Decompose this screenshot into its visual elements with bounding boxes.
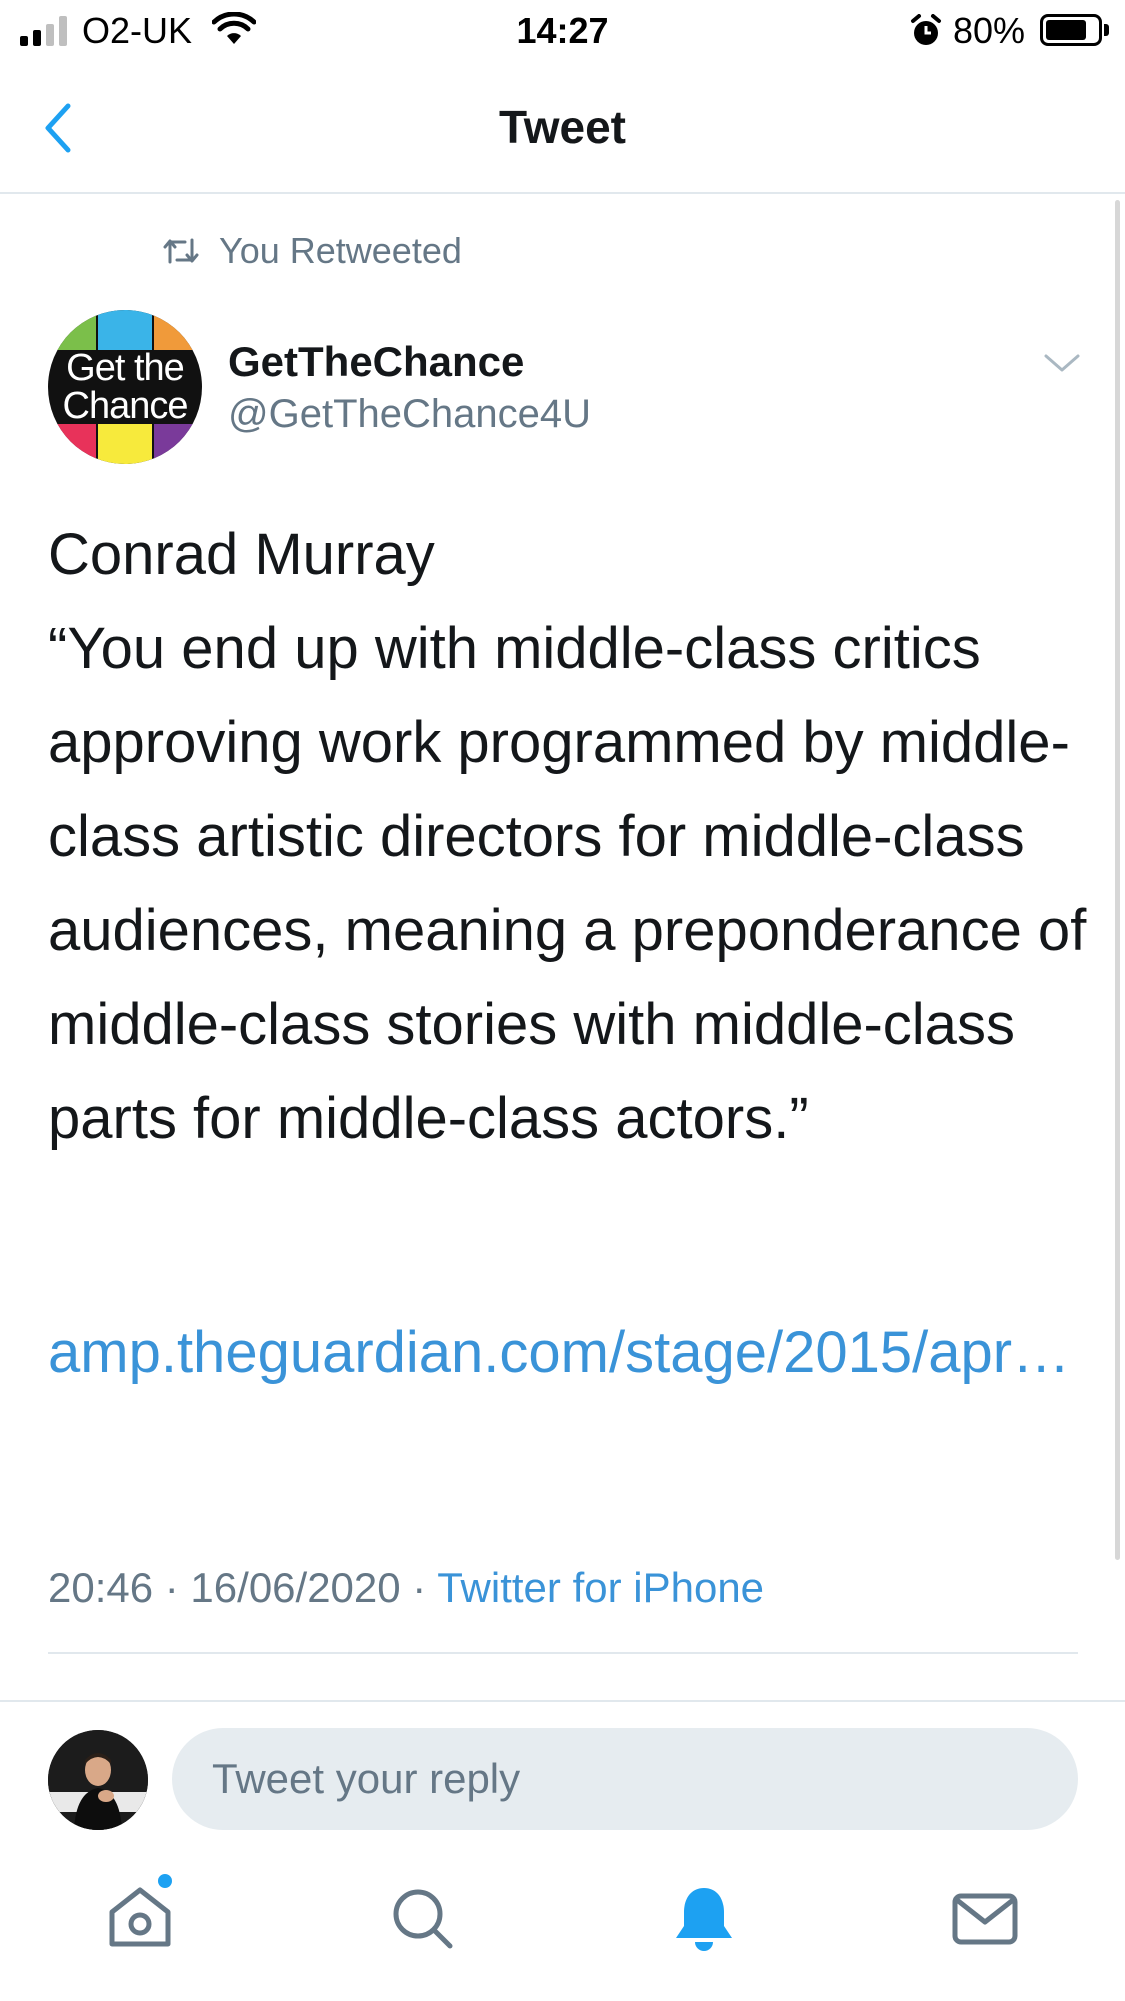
battery-icon — [1040, 14, 1102, 46]
retweet-context: You Retweeted — [163, 230, 462, 272]
author-avatar[interactable]: Get the Chance — [48, 310, 202, 464]
tab-notifications[interactable] — [664, 1878, 744, 1958]
scroll-indicator[interactable] — [1115, 200, 1120, 1560]
notification-dot — [156, 1872, 174, 1890]
battery-percent: 80% — [953, 10, 1026, 51]
tab-messages[interactable] — [945, 1878, 1025, 1958]
reply-input[interactable]: Tweet your reply — [172, 1728, 1078, 1830]
tweet-link[interactable]: amp.theguardian.com/stage/2015/apr… — [48, 1306, 1078, 1400]
tweet-text-line-1: Conrad Murray — [48, 522, 435, 587]
chevron-down-icon[interactable] — [1040, 348, 1084, 378]
author-display-name[interactable]: GetTheChance — [228, 338, 524, 386]
tweet-source[interactable]: Twitter for iPhone — [437, 1564, 764, 1611]
tab-search[interactable] — [382, 1878, 462, 1958]
user-avatar[interactable] — [48, 1730, 148, 1830]
home-icon — [109, 1887, 171, 1947]
meta-separator: · — [400, 1564, 438, 1611]
tab-bar — [0, 1838, 1125, 2001]
divider — [48, 1652, 1078, 1654]
reply-bar: Tweet your reply — [0, 1700, 1125, 1838]
tweet-text-quote: “You end up with middle-class critics ap… — [48, 616, 1087, 1151]
retweet-context-label: You Retweeted — [219, 230, 462, 271]
avatar-logo-text-1: Get the — [66, 347, 185, 389]
tweet-text: Conrad Murray “You end up with middle-cl… — [48, 508, 1098, 1166]
tweet-timestamp: 20:46 · 16/06/2020 — [48, 1564, 401, 1611]
mail-icon — [952, 1893, 1018, 1945]
search-icon — [393, 1889, 453, 1949]
bell-icon — [676, 1888, 732, 1951]
tweet-meta: 20:46 · 16/06/2020 · Twitter for iPhone — [48, 1564, 764, 1612]
avatar-logo-text-2: Chance — [62, 385, 189, 427]
battery-tip — [1104, 24, 1109, 36]
page-title: Tweet — [499, 101, 626, 153]
status-bar: O2-UK 14:27 80% — [0, 0, 1125, 62]
retweet-icon — [163, 238, 199, 264]
user-avatar-image — [48, 1730, 148, 1830]
tweet-detail-screen: O2-UK 14:27 80% Tweet You Retweeted Get … — [0, 0, 1125, 2001]
author-handle[interactable]: @GetTheChance4U — [228, 392, 591, 437]
tab-home[interactable] — [100, 1872, 180, 1958]
nav-header: Tweet — [0, 62, 1125, 194]
alarm-icon — [911, 14, 941, 45]
